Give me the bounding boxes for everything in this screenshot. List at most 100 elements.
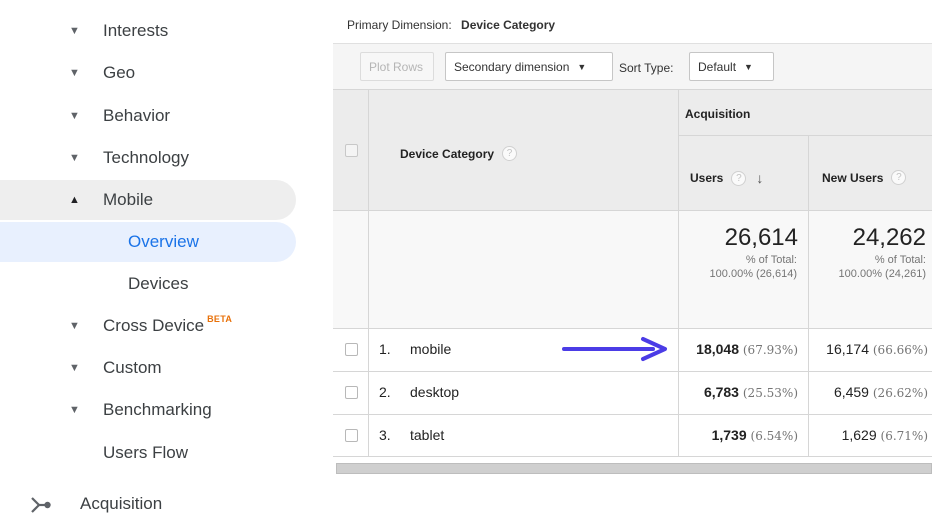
sidebar-section-label: Acquisition bbox=[80, 494, 163, 513]
acquisition-group-header: Acquisition bbox=[685, 107, 751, 121]
sidebar-item-label: Interests bbox=[103, 21, 169, 40]
chevron-down-icon: ▼ bbox=[69, 320, 80, 332]
grid-line bbox=[368, 89, 369, 456]
table-row: 3. tablet 1,739 (6.54%) 1,629 (6.71%) bbox=[333, 414, 932, 457]
horizontal-scrollbar[interactable] bbox=[336, 463, 932, 474]
dropdown-arrow-icon: ▼ bbox=[577, 61, 587, 72]
new-users-value: 1,629 bbox=[841, 427, 877, 443]
sidebar-item-technology[interactable]: ▼ Technology bbox=[0, 138, 296, 178]
grid-line bbox=[333, 210, 932, 211]
users-value: 6,783 bbox=[703, 384, 739, 400]
users-header-label: Users bbox=[690, 171, 724, 185]
sidebar-item-label: Cross Device bbox=[103, 316, 205, 335]
new-users-pct: (66.66%) bbox=[872, 343, 928, 357]
sidebar-item-label-wrap: Cross Device BETA bbox=[103, 314, 233, 336]
users-cell: 6,783 (25.53%) bbox=[704, 384, 798, 400]
plot-rows-button[interactable]: Plot Rows bbox=[360, 52, 434, 81]
help-icon[interactable]: ? bbox=[891, 170, 907, 185]
new-users-column-header[interactable]: New Users ? bbox=[822, 170, 907, 185]
primary-dimension-label: Primary Dimension: bbox=[347, 18, 452, 32]
chevron-down-icon: ▼ bbox=[69, 362, 80, 374]
row-checkbox[interactable] bbox=[345, 429, 358, 442]
sidebar-item-label: Overview bbox=[128, 232, 199, 251]
sidebar-item-label: Behavior bbox=[103, 106, 171, 125]
secondary-dimension-dropdown[interactable]: Secondary dimension ▼ bbox=[445, 52, 613, 81]
users-column-header[interactable]: Users ? ↓ bbox=[690, 170, 763, 186]
row-number: 2. bbox=[379, 384, 391, 400]
grid-line bbox=[678, 135, 932, 136]
chevron-up-icon: ▲ bbox=[69, 194, 80, 206]
help-icon[interactable]: ? bbox=[731, 170, 747, 186]
new-users-header-label: New Users bbox=[822, 170, 884, 185]
report-panel: Primary Dimension: Device Category Plot … bbox=[333, 0, 932, 521]
sidebar-nav: ▼ Interests ▼ Geo ▼ Behavior ▼ Technolog… bbox=[0, 0, 333, 521]
sidebar-item-interests[interactable]: ▼ Interests bbox=[0, 11, 296, 51]
data-table: Device Category ? Acquisition Users ? ↓ … bbox=[333, 89, 932, 457]
grid-line bbox=[333, 456, 932, 457]
users-value: 1,739 bbox=[711, 427, 747, 443]
chevron-down-icon: ▼ bbox=[69, 67, 80, 79]
chevron-down-icon: ▼ bbox=[69, 110, 80, 122]
users-value: 18,048 bbox=[696, 341, 739, 357]
device-category-header: Device Category ? bbox=[400, 146, 518, 161]
sidebar-item-benchmarking[interactable]: ▼ Benchmarking bbox=[0, 390, 296, 430]
sidebar-item-overview[interactable]: Overview bbox=[0, 222, 296, 262]
users-total-pct-detail: 100.00% (26,614) bbox=[709, 268, 797, 280]
sidebar-item-devices[interactable]: Devices bbox=[0, 264, 296, 304]
dropdown-arrow-icon: ▼ bbox=[744, 61, 753, 72]
sidebar-item-label: Technology bbox=[103, 148, 190, 167]
new-users-value: 16,174 bbox=[826, 341, 869, 357]
new-users-cell: 1,629 (6.71%) bbox=[842, 427, 928, 443]
device-category-header-label: Device Category bbox=[400, 146, 495, 161]
sidebar-item-label: Devices bbox=[128, 274, 189, 293]
sidebar-item-label: Geo bbox=[103, 63, 136, 82]
grid-line bbox=[333, 371, 932, 372]
row-number: 3. bbox=[379, 427, 391, 443]
sidebar-item-geo[interactable]: ▼ Geo bbox=[0, 53, 296, 93]
users-pct: (25.53%) bbox=[742, 386, 798, 400]
sidebar-item-cross-device[interactable]: ▼ Cross Device BETA bbox=[0, 306, 296, 346]
users-total: 26,614 bbox=[724, 224, 798, 251]
beta-badge: BETA bbox=[207, 314, 233, 324]
sort-descending-icon: ↓ bbox=[756, 170, 764, 186]
sort-type-label: Sort Type: bbox=[619, 61, 674, 75]
grid-line bbox=[808, 136, 809, 456]
new-users-cell: 16,174 (66.66%) bbox=[826, 341, 928, 357]
select-all-checkbox[interactable] bbox=[345, 144, 358, 157]
sidebar-item-label: Custom bbox=[103, 358, 162, 377]
acquisition-icon bbox=[31, 497, 51, 513]
new-users-pct: (26.62%) bbox=[872, 386, 928, 400]
sidebar-section-acquisition[interactable]: Acquisition bbox=[0, 484, 296, 521]
sidebar-item-behavior[interactable]: ▼ Behavior bbox=[0, 96, 296, 136]
sort-type-dropdown[interactable]: Default ▼ bbox=[689, 52, 774, 81]
sidebar-item-label: Mobile bbox=[103, 190, 154, 209]
users-cell: 1,739 (6.54%) bbox=[712, 427, 798, 443]
primary-dimension-value[interactable]: Device Category bbox=[461, 18, 555, 32]
sidebar-item-label: Benchmarking bbox=[103, 400, 212, 419]
users-pct: (6.54%) bbox=[750, 429, 798, 443]
row-dimension-link[interactable]: tablet bbox=[410, 427, 444, 443]
row-dimension-link[interactable]: desktop bbox=[410, 384, 459, 400]
sidebar-item-label: Users Flow bbox=[103, 443, 189, 462]
help-icon[interactable]: ? bbox=[502, 146, 518, 161]
sidebar-item-mobile[interactable]: ▲ Mobile bbox=[0, 180, 296, 220]
row-number: 1. bbox=[379, 341, 391, 357]
new-users-pct: (6.71%) bbox=[880, 429, 928, 443]
grid-line bbox=[333, 328, 932, 329]
chevron-down-icon: ▼ bbox=[69, 404, 80, 416]
row-checkbox[interactable] bbox=[345, 343, 358, 356]
sort-type-value: Default bbox=[698, 59, 737, 74]
sidebar-item-custom[interactable]: ▼ Custom bbox=[0, 348, 296, 388]
sidebar-item-users-flow[interactable]: Users Flow bbox=[0, 433, 296, 473]
users-cell: 18,048 (67.93%) bbox=[696, 341, 798, 357]
row-dimension-link[interactable]: mobile bbox=[410, 341, 451, 357]
chevron-down-icon: ▼ bbox=[69, 25, 80, 37]
table-row: 2. desktop 6,783 (25.53%) 6,459 (26.62%) bbox=[333, 371, 932, 414]
report-toolbar: Plot Rows Secondary dimension ▼ Sort Typ… bbox=[333, 43, 932, 89]
secondary-dimension-label: Secondary dimension bbox=[454, 59, 570, 74]
users-pct: (67.93%) bbox=[742, 343, 798, 357]
grid-line bbox=[678, 89, 679, 456]
new-users-value: 6,459 bbox=[833, 384, 869, 400]
row-checkbox[interactable] bbox=[345, 386, 358, 399]
new-users-total-pct-detail: 100.00% (24,261) bbox=[838, 268, 926, 280]
